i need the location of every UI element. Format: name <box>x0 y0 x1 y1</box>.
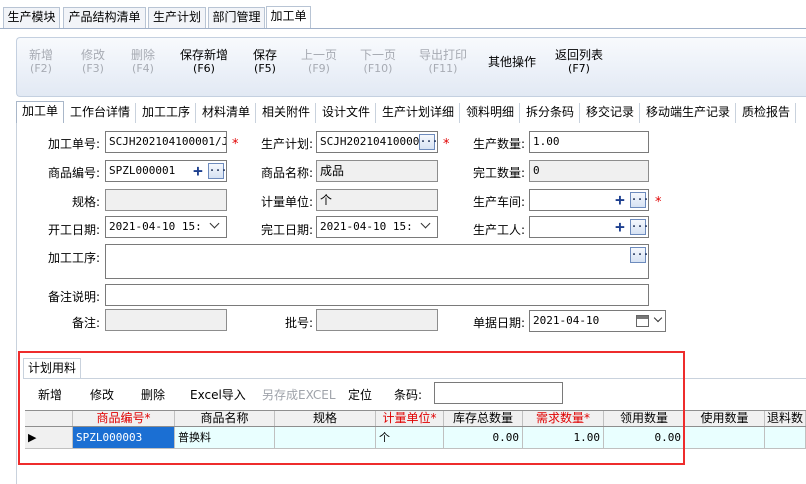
done-qty-field: 0 <box>529 160 649 182</box>
required-mark: * <box>232 137 239 152</box>
end-date-label: 完工日期: <box>260 223 313 237</box>
doc-date-label: 单据日期: <box>472 316 525 330</box>
plus-icon[interactable]: + <box>612 192 628 208</box>
required-mark: * <box>443 137 450 152</box>
qty-label: 生产数量: <box>472 137 525 151</box>
highlight-box <box>18 351 685 465</box>
workshop-field[interactable]: + ... <box>529 189 649 211</box>
doc-date-field[interactable]: 2021-04-10 <box>529 310 666 332</box>
subtab-attachments[interactable]: 相关附件 <box>257 103 316 123</box>
product-name-label: 商品名称: <box>260 166 313 180</box>
tab-bom[interactable]: 产品结构清单 <box>63 7 146 28</box>
subtab-split-barcode[interactable]: 拆分条码 <box>521 103 580 123</box>
delete-button[interactable]: 删除 (F4) <box>131 48 155 76</box>
spec-label: 规格: <box>71 195 100 209</box>
col-used[interactable]: 使用数量 <box>685 411 765 426</box>
tab-production-module[interactable]: 生产模块 <box>3 7 60 28</box>
order-no-label: 加工单号: <box>47 137 100 151</box>
ellipsis-icon[interactable]: ... <box>630 192 648 208</box>
cell-used[interactable] <box>685 427 765 448</box>
subtab-design-files[interactable]: 设计文件 <box>317 103 376 123</box>
note-field <box>105 309 227 331</box>
done-qty-label: 完工数量: <box>472 166 525 180</box>
qty-field[interactable]: 1.00 <box>529 131 649 153</box>
unit-field: 个 <box>316 189 438 211</box>
note-label: 备注: <box>71 316 100 330</box>
next-page-button[interactable]: 下一页 (F10) <box>360 48 396 76</box>
subtab-mobile-record[interactable]: 移动端生产记录 <box>641 103 736 123</box>
subtab-workbench-detail[interactable]: 工作台详情 <box>65 103 136 123</box>
main-toolbar: 新增 (F2) 修改 (F3) 删除 (F4) 保存新增 (F6) 保存 (F5) 上一页… <box>16 37 806 97</box>
plus-icon[interactable]: + <box>612 219 628 235</box>
save-button[interactable]: 保存 (F5) <box>253 48 277 76</box>
workshop-label: 生产车间: <box>472 195 525 209</box>
plan-field[interactable]: SCJH202104100001 ... <box>316 131 438 153</box>
chevron-down-icon[interactable] <box>420 218 431 229</box>
subtab-work-order[interactable]: 加工单 <box>16 101 64 123</box>
remark-desc-label: 备注说明: <box>47 290 100 304</box>
subtab-qc-report[interactable]: 质检报告 <box>737 103 796 123</box>
tab-bar-divider <box>0 28 806 29</box>
ellipsis-icon[interactable]: ... <box>630 219 648 235</box>
batch-label: 批号: <box>284 316 313 330</box>
tab-production-plan[interactable]: 生产计划 <box>148 7 206 28</box>
subtab-process[interactable]: 加工工序 <box>137 103 196 123</box>
product-name-field: 成品 <box>316 160 438 182</box>
start-date-field[interactable]: 2021-04-10 15: <box>105 216 227 238</box>
end-date-field[interactable]: 2021-04-10 15: <box>316 216 438 238</box>
worker-label: 生产工人: <box>472 223 525 237</box>
subtab-picking-detail[interactable]: 领料明细 <box>461 103 520 123</box>
edit-button[interactable]: 修改 (F3) <box>81 48 105 76</box>
product-code-label: 商品编号: <box>47 166 100 180</box>
ellipsis-icon[interactable]: ... <box>630 247 648 263</box>
subtab-material-list[interactable]: 材料清单 <box>197 103 256 123</box>
worker-field[interactable]: + ... <box>529 216 649 238</box>
start-date-label: 开工日期: <box>47 223 100 237</box>
col-returned[interactable]: 退料数 <box>765 411 806 426</box>
plus-icon[interactable]: + <box>190 163 206 179</box>
chevron-down-icon[interactable] <box>209 218 220 229</box>
required-mark: * <box>655 195 662 210</box>
subtab-plan-detail[interactable]: 生产计划详细 <box>377 103 460 123</box>
chevron-down-icon[interactable] <box>653 313 663 323</box>
process-label: 加工工序: <box>47 251 100 265</box>
add-button[interactable]: 新增 (F2) <box>29 48 53 76</box>
remark-desc-field[interactable] <box>105 284 649 306</box>
plan-label: 生产计划: <box>260 137 313 151</box>
subtab-transfer-record[interactable]: 移交记录 <box>581 103 640 123</box>
export-print-button[interactable]: 导出打印 (F11) <box>419 48 467 76</box>
tab-department[interactable]: 部门管理 <box>208 7 265 28</box>
product-code-field[interactable]: SPZL000001 + ... <box>105 160 227 182</box>
spec-field <box>105 189 227 211</box>
ellipsis-icon[interactable]: ... <box>208 163 226 179</box>
order-no-field[interactable]: SCJH202104100001/JG <box>105 131 227 153</box>
other-actions-button[interactable]: 其他操作 <box>488 55 536 69</box>
prev-page-button[interactable]: 上一页 (F9) <box>301 48 337 76</box>
save-new-button[interactable]: 保存新增 (F6) <box>180 48 228 76</box>
process-field[interactable]: ... <box>105 244 649 279</box>
tab-work-order[interactable]: 加工单 <box>266 6 311 29</box>
ellipsis-icon[interactable]: ... <box>419 134 437 150</box>
unit-label: 计量单位: <box>260 195 313 209</box>
back-to-list-button[interactable]: 返回列表 (F7) <box>555 48 603 76</box>
batch-field <box>316 309 438 331</box>
calendar-icon[interactable] <box>636 315 649 327</box>
cell-returned[interactable] <box>765 427 806 448</box>
